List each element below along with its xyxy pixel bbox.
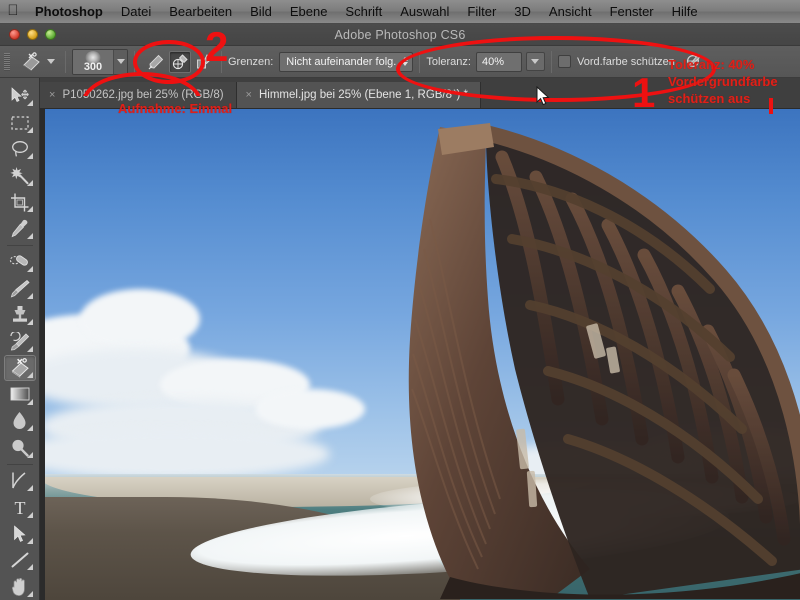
brush-thumbnail: 300 xyxy=(73,49,113,74)
close-button[interactable] xyxy=(9,29,20,40)
tool-options-bar: 300 Grenzen: Nicht aufeinander folg. Tol… xyxy=(0,46,800,78)
zoom-button[interactable] xyxy=(45,29,56,40)
limits-select-value: Nicht aufeinander folg. xyxy=(286,55,397,68)
menu-item-ansicht[interactable]: Ansicht xyxy=(540,0,601,24)
tolerance-input[interactable]: 40% xyxy=(475,51,522,72)
eyedropper-tool[interactable] xyxy=(4,215,36,241)
close-icon[interactable]: × xyxy=(246,89,252,101)
document-tab-bar: × P1050262.jpg bei 25% (RGB/8) × Himmel.… xyxy=(40,78,800,109)
magic-wand-tool[interactable] xyxy=(4,162,36,188)
rectangular-marquee-tool[interactable] xyxy=(4,109,36,135)
chevron-down-icon xyxy=(531,59,540,64)
brush-preset-picker[interactable]: 300 xyxy=(72,48,128,75)
brush-dropdown-toggle[interactable] xyxy=(113,49,127,74)
background-eraser-icon xyxy=(18,50,44,74)
brush-tool[interactable] xyxy=(4,275,36,301)
window-title-bar: Adobe Photoshop CS6 xyxy=(0,24,800,46)
tools-panel: T xyxy=(0,78,40,600)
pen-tool[interactable] xyxy=(4,468,36,494)
menu-item-photoshop[interactable]: Photoshop xyxy=(26,0,112,24)
background-eraser-tool[interactable] xyxy=(3,354,36,382)
tolerance-label: Toleranz: xyxy=(426,55,471,68)
menu-item-3d[interactable]: 3D xyxy=(505,0,540,24)
tolerance-slider-toggle[interactable] xyxy=(525,52,545,71)
gradient-tool[interactable] xyxy=(4,381,36,407)
spot-healing-brush-tool[interactable] xyxy=(4,249,36,275)
menu-item-filter[interactable]: Filter xyxy=(458,0,505,24)
document-tab-label: P1050262.jpg bei 25% (RGB/8) xyxy=(62,89,224,101)
tool-preset-picker[interactable] xyxy=(14,50,59,74)
menu-item-ebene[interactable]: Ebene xyxy=(281,0,337,24)
menu-item-auswahl[interactable]: Auswahl xyxy=(391,0,458,24)
crop-tool[interactable] xyxy=(4,189,36,215)
window-title: Adobe Photoshop CS6 xyxy=(334,27,466,42)
document-tab-p1050262[interactable]: × P1050262.jpg bei 25% (RGB/8) xyxy=(40,82,237,108)
shipwreck-photo xyxy=(40,109,800,600)
dodge-tool[interactable] xyxy=(4,434,36,460)
limits-select[interactable]: Nicht aufeinander folg. xyxy=(279,51,414,72)
sampling-continuous-button[interactable] xyxy=(145,51,167,73)
move-tool[interactable] xyxy=(4,83,36,109)
menu-item-fenster[interactable]: Fenster xyxy=(601,0,663,24)
divider xyxy=(550,50,552,73)
options-bar-grip[interactable] xyxy=(4,52,10,71)
stepper-icon xyxy=(402,57,409,66)
document-tab-himmel[interactable]: × Himmel.jpg bei 25% (Ebene 1, RGB/8*) * xyxy=(236,82,481,108)
protect-foreground-label: Vord.farbe schützen xyxy=(576,55,675,68)
apple-logo-icon[interactable]:  xyxy=(0,3,26,20)
divider xyxy=(6,244,33,246)
divider xyxy=(6,463,33,465)
menu-item-bild[interactable]: Bild xyxy=(241,0,281,24)
tolerance-value: 40% xyxy=(481,55,504,68)
limits-label: Grenzen: xyxy=(228,55,274,68)
menu-item-datei[interactable]: Datei xyxy=(112,0,160,24)
divider xyxy=(134,50,135,73)
mac-menu-bar:  Photoshop Datei Bearbeiten Bild Ebene … xyxy=(0,0,800,24)
clone-stamp-tool[interactable] xyxy=(4,302,36,328)
chevron-down-icon xyxy=(116,59,125,64)
divider xyxy=(221,50,222,73)
history-brush-tool[interactable] xyxy=(4,328,36,354)
chevron-down-icon[interactable] xyxy=(47,59,55,64)
close-icon[interactable]: × xyxy=(49,89,55,101)
airbrush-pressure-icon[interactable] xyxy=(685,50,704,74)
lasso-tool[interactable] xyxy=(4,136,36,162)
photoshop-window:  Photoshop Datei Bearbeiten Bild Ebene … xyxy=(0,0,800,600)
protect-foreground-checkbox[interactable] xyxy=(557,55,571,68)
shipwreck-hull xyxy=(408,123,800,599)
brush-size-value: 300 xyxy=(83,60,103,73)
divider xyxy=(65,50,66,73)
menu-item-schrift[interactable]: Schrift xyxy=(336,0,391,24)
svg-text:T: T xyxy=(14,498,25,517)
menu-item-hilfe[interactable]: Hilfe xyxy=(663,0,707,24)
path-selection-tool[interactable] xyxy=(4,521,36,547)
sampling-mode-group xyxy=(141,50,215,73)
line-shape-tool[interactable] xyxy=(4,547,36,573)
sampling-background-swatch-button[interactable] xyxy=(193,51,215,73)
minimize-button[interactable] xyxy=(27,29,38,40)
hand-tool[interactable] xyxy=(4,573,36,599)
cloud xyxy=(80,289,200,349)
image-canvas[interactable] xyxy=(40,109,800,600)
document-tab-label: Himmel.jpg bei 25% (Ebene 1, RGB/8*) * xyxy=(258,89,468,101)
canvas-left-border xyxy=(40,109,45,600)
menu-item-bearbeiten[interactable]: Bearbeiten xyxy=(160,0,241,24)
horizontal-type-tool[interactable]: T xyxy=(4,494,36,520)
sampling-once-button[interactable] xyxy=(169,50,191,73)
divider xyxy=(419,50,421,73)
blur-tool[interactable] xyxy=(4,408,36,434)
